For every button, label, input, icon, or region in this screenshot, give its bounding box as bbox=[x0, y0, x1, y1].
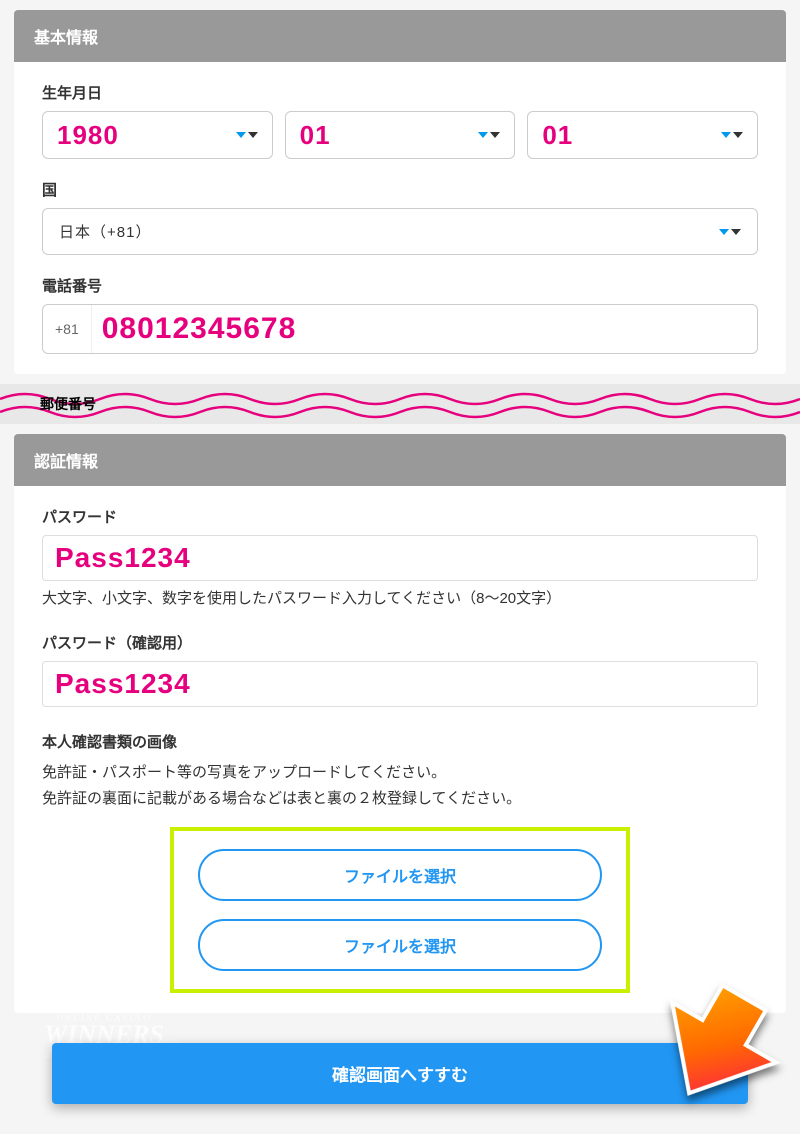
chevron-down-icon bbox=[478, 132, 500, 138]
section-header-basic: 基本情報 bbox=[14, 10, 786, 62]
dob-month-select[interactable]: 01 bbox=[285, 111, 516, 159]
submit-button[interactable]: 確認画面へすすむ bbox=[52, 1043, 747, 1104]
phone-prefix: +81 bbox=[43, 305, 92, 353]
password-confirm-input[interactable] bbox=[42, 661, 758, 707]
dob-day-value: 01 bbox=[542, 120, 573, 151]
upload-desc-line1: 免許証・パスポート等の写真をアップロードしてください。 bbox=[42, 760, 758, 786]
dob-year-value: 1980 bbox=[57, 120, 119, 151]
phone-input[interactable] bbox=[92, 312, 757, 346]
country-select[interactable]: 日本（+81） bbox=[42, 208, 758, 255]
chevron-down-icon bbox=[236, 132, 258, 138]
upload-description: 免許証・パスポート等の写真をアップロードしてください。 免許証の裏面に記載がある… bbox=[42, 760, 758, 811]
content-break-divider: 郵便番号 bbox=[0, 384, 800, 424]
password-input[interactable] bbox=[42, 535, 758, 581]
upload-highlight-box: ファイルを選択 ファイルを選択 bbox=[170, 827, 630, 993]
chevron-down-icon bbox=[719, 229, 741, 235]
dob-year-select[interactable]: 1980 bbox=[42, 111, 273, 159]
dob-day-select[interactable]: 01 bbox=[527, 111, 758, 159]
dob-month-value: 01 bbox=[300, 120, 331, 151]
country-value: 日本（+81） bbox=[59, 221, 151, 242]
country-label: 国 bbox=[42, 179, 758, 200]
upload-desc-line2: 免許証の裏面に記載がある場合などは表と裏の２枚登録してください。 bbox=[42, 786, 758, 812]
basic-info-section: 基本情報 生年月日 1980 01 01 国 日本 bbox=[14, 10, 786, 374]
phone-label: 電話番号 bbox=[42, 275, 758, 296]
password-help: 大文字、小文字、数字を使用したパスワード入力してください（8〜20文字） bbox=[42, 587, 758, 608]
file-select-button-1[interactable]: ファイルを選択 bbox=[198, 849, 602, 901]
watermark-sub: ONLINE CASINO bbox=[44, 1013, 164, 1023]
auth-info-section: 認証情報 パスワード 大文字、小文字、数字を使用したパスワード入力してください（… bbox=[14, 434, 786, 1013]
dob-label: 生年月日 bbox=[42, 82, 758, 103]
file-select-button-2[interactable]: ファイルを選択 bbox=[198, 919, 602, 971]
password-confirm-label: パスワード（確認用） bbox=[42, 632, 758, 653]
upload-label: 本人確認書類の画像 bbox=[42, 731, 758, 752]
phone-field[interactable]: +81 bbox=[42, 304, 758, 354]
postal-label: 郵便番号 bbox=[40, 394, 96, 414]
chevron-down-icon bbox=[721, 132, 743, 138]
section-header-auth: 認証情報 bbox=[14, 434, 786, 486]
password-label: パスワード bbox=[42, 506, 758, 527]
